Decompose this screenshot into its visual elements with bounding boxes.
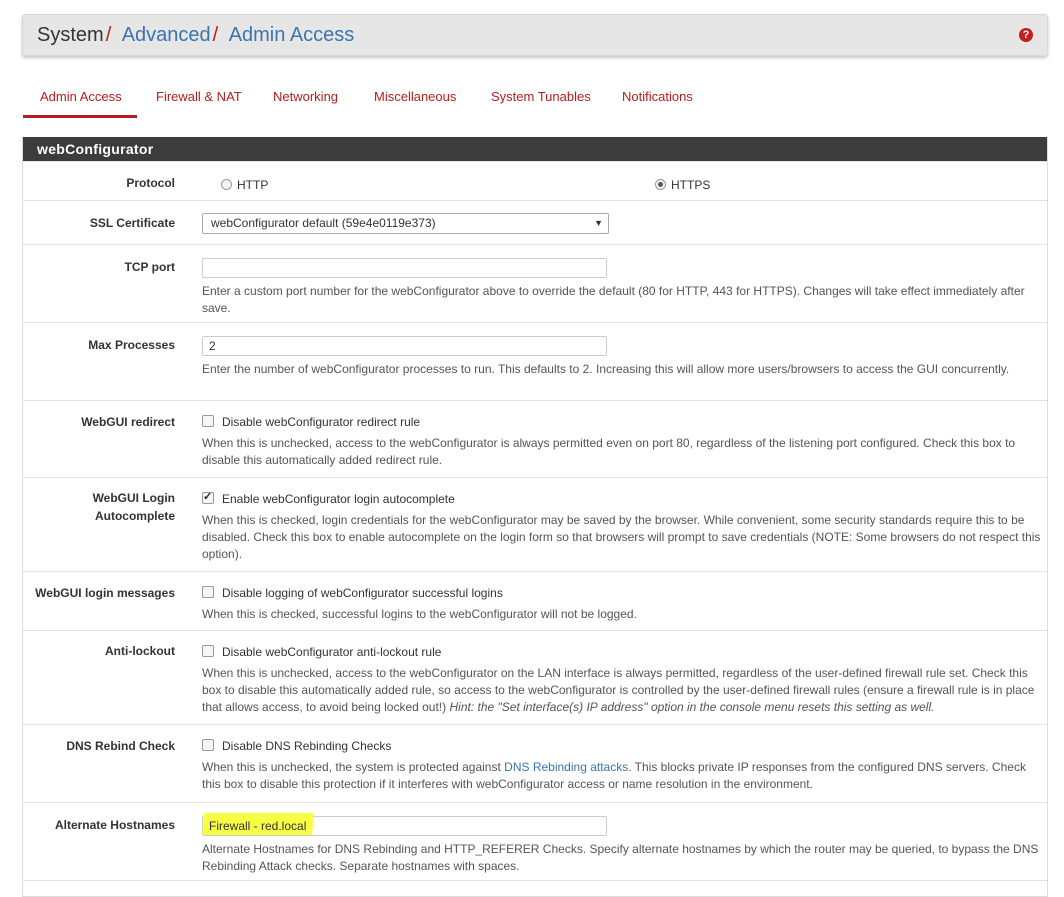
active-tab-indicator: [23, 115, 137, 118]
max-processes-content: 2 Enter the number of webConfigurator pr…: [202, 336, 1042, 378]
breadcrumb: System / Advanced / Admin Access: [37, 24, 354, 47]
ssl-certificate-row: SSL Certificate webConfigurator default …: [23, 200, 1047, 244]
protocol-row: Protocol HTTP HTTPS: [23, 161, 1047, 200]
alternate-hostnames-label: Alternate Hostnames: [54, 818, 175, 832]
ssl-certificate-content: webConfigurator default (59e4e0119e373) …: [202, 213, 1042, 234]
tab-bar: Admin Access Firewall & NAT Networking M…: [22, 76, 1048, 118]
alternate-hostnames-help: Alternate Hostnames for DNS Rebinding an…: [202, 842, 1039, 873]
autocomplete-help: When this is checked, login credentials …: [202, 513, 1041, 561]
ssl-certificate-label: SSL Certificate: [89, 216, 175, 230]
webgui-autocomplete-row: WebGUI Login Autocomplete Enable webConf…: [23, 477, 1047, 571]
radio-https[interactable]: [655, 179, 666, 190]
anti-lockout-help: When this is unchecked, access to the we…: [202, 665, 1042, 716]
redirect-help: When this is unchecked, access to the we…: [202, 436, 1016, 467]
ssl-certificate-select[interactable]: webConfigurator default (59e4e0119e373) …: [202, 213, 609, 234]
radio-http[interactable]: [221, 179, 232, 190]
breadcrumb-system: System: [37, 24, 104, 46]
dns-rebind-checkbox[interactable]: [202, 739, 214, 751]
autocomplete-checkbox[interactable]: [202, 489, 214, 506]
anti-lockout-label: Anti-lockout: [105, 644, 175, 658]
protocol-http-option[interactable]: HTTP: [221, 178, 268, 192]
tab-networking[interactable]: Networking: [273, 89, 338, 104]
webgui-autocomplete-label: WebGUI Login Autocomplete: [23, 489, 175, 525]
dns-rebinding-attacks-link[interactable]: DNS Rebinding attacks: [504, 760, 628, 774]
autocomplete-checkbox-label[interactable]: Enable webConfigurator login autocomplet…: [222, 492, 455, 506]
tab-notifications[interactable]: Notifications: [622, 89, 693, 104]
dns-rebind-label: DNS Rebind Check: [66, 739, 175, 753]
breadcrumb-bar: System / Advanced / Admin Access ?: [22, 14, 1048, 56]
next-row: [23, 880, 1047, 896]
breadcrumb-separator: /: [212, 24, 219, 46]
ssl-certificate-value: webConfigurator default (59e4e0119e373): [211, 216, 436, 230]
protocol-options: HTTP HTTPS: [221, 177, 921, 194]
tcp-port-content: Enter a custom port number for the webCo…: [202, 258, 1042, 317]
autocomplete-label-line1: WebGUI Login: [92, 491, 175, 505]
max-processes-label: Max Processes: [88, 338, 175, 352]
anti-lockout-checkbox[interactable]: [202, 645, 214, 657]
breadcrumb-separator: /: [105, 24, 112, 46]
tab-system-tunables[interactable]: System Tunables: [491, 89, 591, 104]
protocol-label: Protocol: [126, 176, 175, 190]
anti-lockout-checkbox-label[interactable]: Disable webConfigurator anti-lockout rul…: [222, 645, 441, 659]
tcp-port-row: TCP port Enter a custom port number for …: [23, 244, 1047, 322]
dns-rebind-content: Disable DNS Rebinding Checks When this i…: [202, 738, 1042, 793]
max-processes-row: Max Processes 2 Enter the number of webC…: [23, 322, 1047, 400]
alternate-hostnames-input[interactable]: Firewall - red.local: [202, 813, 607, 836]
login-messages-checkbox[interactable]: [202, 586, 214, 598]
max-processes-input[interactable]: 2: [202, 336, 607, 356]
help-icon[interactable]: ?: [1019, 28, 1033, 42]
tab-admin-access[interactable]: Admin Access: [40, 89, 122, 104]
webgui-redirect-content: Disable webConfigurator redirect rule Wh…: [202, 414, 1042, 469]
breadcrumb-admin-access-link[interactable]: Admin Access: [229, 24, 355, 46]
anti-lockout-hint: Hint: the "Set interface(s) IP address" …: [449, 700, 935, 714]
tcp-port-input[interactable]: [202, 258, 607, 278]
dns-rebind-help-pre: When this is unchecked, the system is pr…: [202, 760, 505, 774]
autocomplete-label-line2: Autocomplete: [94, 509, 175, 523]
redirect-checkbox[interactable]: [202, 415, 214, 427]
tcp-port-label: TCP port: [124, 260, 175, 274]
webgui-login-messages-label: WebGUI login messages: [35, 586, 175, 600]
tab-miscellaneous[interactable]: Miscellaneous: [374, 89, 456, 104]
panel-title: webConfigurator: [23, 137, 1047, 161]
max-processes-help: Enter the number of webConfigurator proc…: [202, 362, 1010, 376]
dns-rebind-row: DNS Rebind Check Disable DNS Rebinding C…: [23, 724, 1047, 802]
anti-lockout-row: Anti-lockout Disable webConfigurator ant…: [23, 630, 1047, 724]
webgui-login-messages-content: Disable logging of webConfigurator succe…: [202, 585, 1042, 623]
tab-firewall-nat[interactable]: Firewall & NAT: [156, 89, 242, 104]
dns-rebind-help: When this is unchecked, the system is pr…: [202, 759, 1042, 793]
chevron-down-icon: ▼: [594, 218, 603, 228]
webgui-redirect-row: WebGUI redirect Disable webConfigurator …: [23, 400, 1047, 477]
protocol-https-option[interactable]: HTTPS: [655, 177, 710, 194]
tcp-port-help: Enter a custom port number for the webCo…: [202, 284, 1025, 315]
login-messages-help: When this is checked, successful logins …: [202, 607, 637, 621]
dns-rebind-checkbox-label[interactable]: Disable DNS Rebinding Checks: [222, 739, 391, 753]
webconfigurator-panel: webConfigurator Protocol HTTP HTTPS SSL …: [22, 137, 1048, 897]
webgui-login-messages-row: WebGUI login messages Disable logging of…: [23, 571, 1047, 630]
login-messages-checkbox-label[interactable]: Disable logging of webConfigurator succe…: [222, 586, 503, 600]
alternate-hostnames-content: Firewall - red.local Alternate Hostnames…: [202, 813, 1042, 875]
webgui-autocomplete-content: Enable webConfigurator login autocomplet…: [202, 489, 1042, 563]
breadcrumb-advanced-link[interactable]: Advanced: [122, 24, 211, 46]
webgui-redirect-label: WebGUI redirect: [81, 415, 175, 429]
alternate-hostnames-row: Alternate Hostnames Firewall - red.local…: [23, 802, 1047, 880]
redirect-checkbox-label[interactable]: Disable webConfigurator redirect rule: [222, 415, 420, 429]
anti-lockout-content: Disable webConfigurator anti-lockout rul…: [202, 644, 1042, 716]
alternate-hostnames-value: Firewall - red.local: [209, 819, 307, 833]
